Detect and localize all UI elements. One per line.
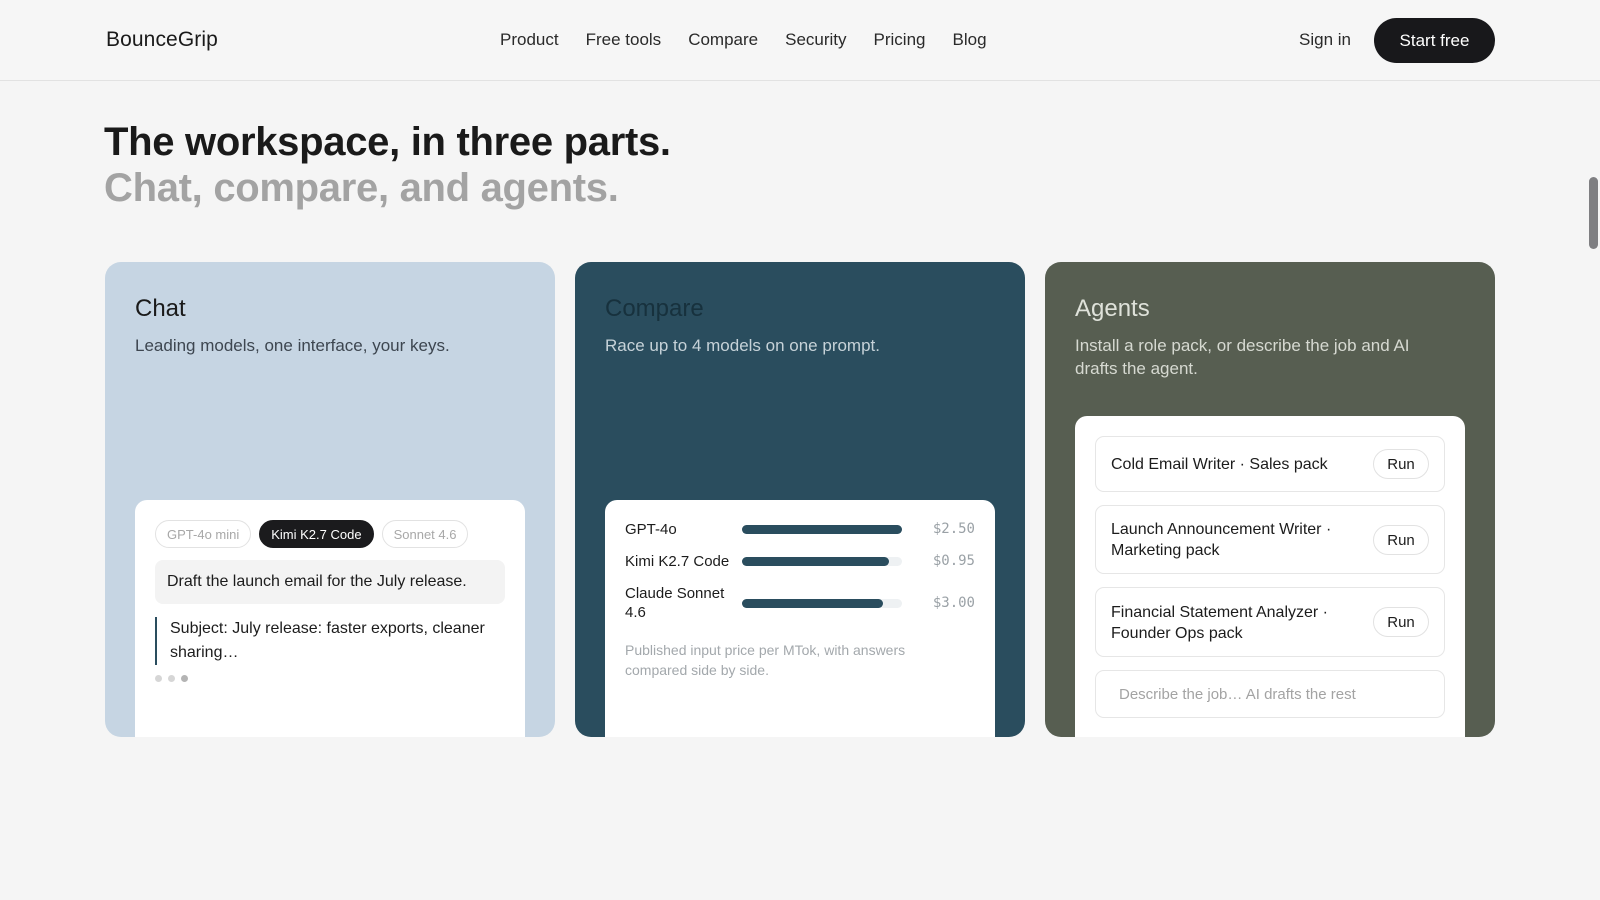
nav-product[interactable]: Product <box>500 30 559 50</box>
typing-indicator <box>155 675 188 682</box>
compare-bar <box>742 557 890 566</box>
model-pill-active[interactable]: Kimi K2.7 Code <box>259 520 374 548</box>
compare-model-name: Kimi K2.7 Code <box>625 553 730 570</box>
agent-item: Financial Statement Analyzer · Founder O… <box>1095 587 1445 657</box>
chat-card-description: Leading models, one interface, your keys… <box>135 336 450 355</box>
run-button[interactable]: Run <box>1373 449 1429 479</box>
compare-card-description: Race up to 4 models on one prompt. <box>605 336 880 355</box>
section-title: The workspace, in three parts. <box>104 120 671 164</box>
model-pill[interactable]: Sonnet 4.6 <box>381 520 469 548</box>
sign-in-link[interactable]: Sign in <box>1299 30 1351 50</box>
compare-bar <box>742 599 883 608</box>
agent-item-label: Cold Email Writer · Sales pack <box>1111 456 1328 473</box>
compare-note: Published input price per MTok, with ans… <box>625 642 906 678</box>
chat-preview: GPT-4o mini Kimi K2.7 Code Sonnet 4.6 Dr… <box>135 500 525 737</box>
site-header: BounceGrip Product Free tools Compare Se… <box>0 0 1600 81</box>
compare-price: $0.95 <box>932 553 975 569</box>
chat-prompt: Draft the launch email for the July rele… <box>155 560 505 604</box>
agents-card-title: Agents <box>1075 295 1150 322</box>
compare-price: $3.00 <box>932 595 975 611</box>
agent-item-label: Financial Statement Analyzer · Founder O… <box>1111 604 1328 642</box>
typing-dot <box>181 675 188 682</box>
scrollbar-thumb[interactable] <box>1589 177 1598 249</box>
chat-response: Subject: July release: faster exports, c… <box>155 617 510 665</box>
compare-bar-track <box>742 525 902 534</box>
run-button[interactable]: Run <box>1373 607 1429 637</box>
typing-dot <box>155 675 162 682</box>
run-button[interactable]: Run <box>1373 525 1429 555</box>
chat-card: Chat Leading models, one interface, your… <box>105 262 555 737</box>
nav-security[interactable]: Security <box>785 30 846 50</box>
section-subtitle: Chat, compare, and agents. <box>104 166 619 210</box>
model-pill[interactable]: GPT-4o mini <box>155 520 252 548</box>
compare-row: Claude Sonnet 4.6 $3.00 <box>625 584 975 624</box>
start-free-button[interactable]: Start free <box>1374 18 1495 63</box>
chat-card-title: Chat <box>135 295 186 322</box>
compare-model-name: Claude Sonnet 4.6 <box>625 585 725 621</box>
nav-pricing[interactable]: Pricing <box>874 30 926 50</box>
agents-card: Agents Install a role pack, or describe … <box>1045 262 1495 737</box>
compare-card-title: Compare <box>605 295 704 322</box>
compare-model-name: GPT-4o <box>625 521 677 538</box>
agent-item-label: Launch Announcement Writer · Marketing p… <box>1111 521 1332 559</box>
agents-card-description: Install a role pack, or describe the job… <box>1075 336 1410 378</box>
nav-compare[interactable]: Compare <box>688 30 758 50</box>
main-nav: Product Free tools Compare Security Pric… <box>500 30 987 50</box>
agent-item: Cold Email Writer · Sales pack Run <box>1095 436 1445 492</box>
compare-bar <box>742 525 902 534</box>
agent-item: Launch Announcement Writer · Marketing p… <box>1095 505 1445 574</box>
model-pills: GPT-4o mini Kimi K2.7 Code Sonnet 4.6 <box>155 520 469 548</box>
nav-blog[interactable]: Blog <box>953 30 987 50</box>
compare-preview: GPT-4o $2.50 Kimi K2.7 Code $0.95 Claude… <box>605 500 995 737</box>
compare-card: Compare Race up to 4 models on one promp… <box>575 262 1025 737</box>
compare-bar-track <box>742 557 902 566</box>
typing-dot <box>168 675 175 682</box>
compare-bar-track <box>742 599 902 608</box>
compare-price: $2.50 <box>932 521 975 537</box>
nav-free-tools[interactable]: Free tools <box>586 30 662 50</box>
logo[interactable]: BounceGrip <box>106 28 218 52</box>
describe-job-input[interactable]: Describe the job… AI drafts the rest <box>1095 670 1445 718</box>
agents-preview: Cold Email Writer · Sales pack Run Launc… <box>1075 416 1465 737</box>
